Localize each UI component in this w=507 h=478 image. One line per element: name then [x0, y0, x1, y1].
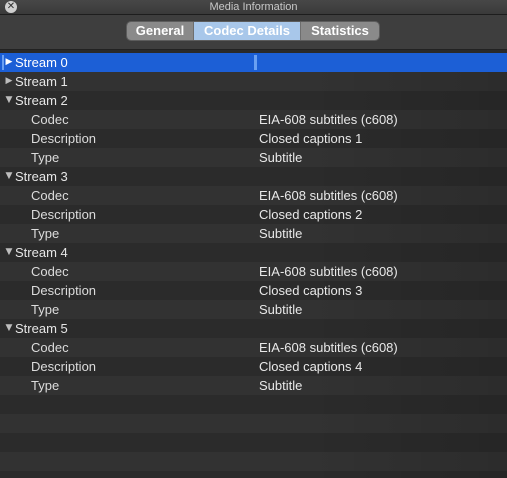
stream-label: Stream 2: [15, 93, 68, 108]
property-key: Codec: [31, 340, 69, 355]
property-value: EIA-608 subtitles (c608): [259, 340, 398, 355]
property-key: Description: [31, 359, 97, 374]
stream-row[interactable]: ▼ Stream 2: [0, 91, 507, 110]
stream-label: Stream 1: [15, 74, 68, 89]
property-value: Subtitle: [259, 226, 303, 241]
title-bar: ✕ Media Information: [0, 0, 507, 15]
property-key: Type: [31, 378, 60, 393]
stream-label: Stream 4: [15, 245, 68, 260]
stream-row[interactable]: ▼ Stream 4: [0, 243, 507, 262]
tab-general[interactable]: General: [127, 22, 194, 40]
property-row[interactable]: Description Closed captions 4: [0, 357, 507, 376]
stream-row[interactable]: ▶ Stream 0: [0, 53, 507, 72]
property-row[interactable]: Codec EIA-608 subtitles (c608): [0, 338, 507, 357]
property-row[interactable]: Codec EIA-608 subtitles (c608): [0, 186, 507, 205]
disclosure-expanded-icon[interactable]: ▼: [4, 167, 14, 186]
property-row[interactable]: Description Closed captions 1: [0, 129, 507, 148]
property-key: Type: [31, 150, 60, 165]
stream-label: Stream 5: [15, 321, 68, 336]
property-row[interactable]: Codec EIA-608 subtitles (c608): [0, 262, 507, 281]
property-row[interactable]: Type Subtitle: [0, 224, 507, 243]
property-value: Subtitle: [259, 302, 303, 317]
stream-label: Stream 0: [15, 55, 68, 70]
disclosure-expanded-icon[interactable]: ▼: [4, 319, 14, 338]
disclosure-expanded-icon[interactable]: ▼: [4, 91, 14, 110]
tab-bar: General Codec Details Statistics: [127, 22, 379, 40]
stream-row[interactable]: ▼ Stream 3: [0, 167, 507, 186]
property-key: Type: [31, 226, 60, 241]
codec-details-outline[interactable]: ▶ Stream 0 ▶ Stream 1 ▼ Stream 2 Codec EIA-608 …: [0, 53, 507, 478]
toolbar: General Codec Details Statistics: [0, 15, 507, 50]
property-value: Closed captions 1: [259, 131, 363, 146]
disclosure-collapsed-icon[interactable]: ▶: [4, 72, 14, 91]
property-row[interactable]: Description Closed captions 2: [0, 205, 507, 224]
tab-codec-details[interactable]: Codec Details: [194, 22, 301, 40]
disclosure-collapsed-icon[interactable]: ▶: [4, 53, 14, 72]
property-value: Closed captions 2: [259, 207, 363, 222]
property-row[interactable]: Type Subtitle: [0, 300, 507, 319]
property-key: Description: [31, 131, 97, 146]
tab-statistics[interactable]: Statistics: [301, 22, 379, 40]
property-key: Codec: [31, 264, 69, 279]
property-value: Closed captions 3: [259, 283, 363, 298]
stream-row[interactable]: ▼ Stream 5: [0, 319, 507, 338]
property-row[interactable]: Type Subtitle: [0, 376, 507, 395]
property-key: Description: [31, 207, 97, 222]
window-title: Media Information: [209, 1, 298, 13]
property-value: Subtitle: [259, 150, 303, 165]
column-divider: [254, 55, 257, 70]
property-key: Codec: [31, 112, 69, 127]
property-key: Description: [31, 283, 97, 298]
property-key: Type: [31, 302, 60, 317]
property-value: Closed captions 4: [259, 359, 363, 374]
property-row[interactable]: Codec EIA-608 subtitles (c608): [0, 110, 507, 129]
property-row[interactable]: Description Closed captions 3: [0, 281, 507, 300]
stream-label: Stream 3: [15, 169, 68, 184]
property-value: EIA-608 subtitles (c608): [259, 112, 398, 127]
property-key: Codec: [31, 188, 69, 203]
disclosure-expanded-icon[interactable]: ▼: [4, 243, 14, 262]
property-value: Subtitle: [259, 378, 303, 393]
property-value: EIA-608 subtitles (c608): [259, 188, 398, 203]
stream-row[interactable]: ▶ Stream 1: [0, 72, 507, 91]
property-row[interactable]: Type Subtitle: [0, 148, 507, 167]
property-value: EIA-608 subtitles (c608): [259, 264, 398, 279]
